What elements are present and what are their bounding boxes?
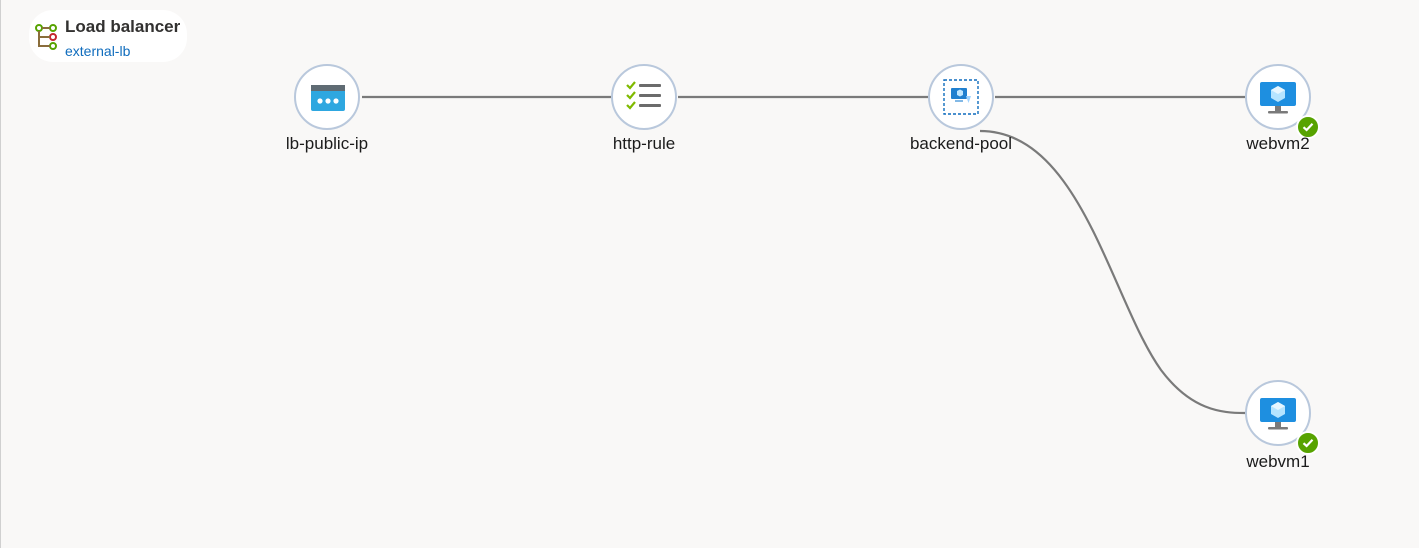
node-http-rule[interactable] [611,64,677,130]
node-label-webvm2: webvm2 [1246,134,1310,153]
public-ip-icon [311,85,345,111]
topology-edges [362,95,1246,415]
rule-checklist-icon [626,81,661,110]
load-balancer-icon [35,24,57,50]
edge-pool-to-webvm1 [979,129,1246,415]
node-backend-pool[interactable] [928,64,994,130]
node-label-backend-pool: backend-pool [909,134,1013,153]
topology-canvas[interactable]: Load balancer external-lb lb-public-ip h… [0,0,1419,548]
node-label-http-rule: http-rule [612,134,676,153]
node-label-lb-public-ip: lb-public-ip [285,134,369,153]
resource-header-card: Load balancer external-lb [29,10,187,62]
node-label-webvm1: webvm1 [1246,452,1310,471]
resource-name-link[interactable]: external-lb [65,43,130,59]
backend-pool-icon [943,79,979,115]
node-lb-public-ip[interactable] [294,64,360,130]
resource-type-title: Load balancer [65,17,181,36]
